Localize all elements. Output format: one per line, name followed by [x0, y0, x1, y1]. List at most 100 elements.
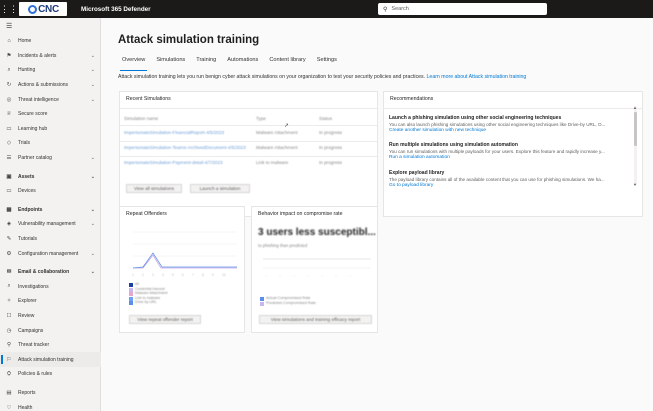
sidebar-item-trials[interactable]: ◇ Trials [0, 136, 101, 151]
chevron-down-icon[interactable]: ⌄ [91, 67, 95, 73]
sidebar-item-label: Actions & submissions [18, 82, 69, 89]
sidebar-item-assets[interactable]: ▣ Assets ⌄ [0, 169, 101, 184]
sidebar-item-threat-tracker[interactable]: ⚲ Threat tracker [0, 338, 101, 353]
x-axis-ticks: 1 2 3 4 5 6 7 8 9 10 [132, 273, 226, 277]
devices-icon: ▭ [6, 188, 12, 195]
search-box[interactable]: ⚲ Search [378, 3, 547, 15]
sidebar-item-tutorials[interactable]: ✎ Tutorials [0, 232, 101, 247]
attack-sim-icon: ⚐ [6, 356, 12, 363]
view-repeat-offender-report-button[interactable]: View repeat offender report [129, 315, 201, 324]
sidebar-item-reports[interactable]: ▤ Reports [0, 386, 101, 401]
sidebar-item-explorer[interactable]: ✧ Explorer [0, 294, 101, 309]
view-efficacy-report-button[interactable]: View simulations and training efficacy r… [259, 315, 372, 324]
column-header-name[interactable]: Simulation name [124, 116, 158, 121]
simulation-link[interactable]: ImpersonateSimulation-Payment-detail-4/7… [124, 160, 223, 165]
sidebar-item-threat-intelligence[interactable]: ◎ Threat intelligence ⌄ [0, 92, 101, 107]
sidebar-item-partner-catalog[interactable]: ☰ Partner catalog ⌄ [0, 151, 101, 166]
recommendations-scrollbar[interactable]: ▲ ▼ [633, 105, 637, 187]
chevron-down-icon[interactable]: ⌄ [91, 207, 95, 213]
recommendation-item: Explore payload library The payload libr… [389, 170, 629, 188]
legend-label[interactable]: Predicted Compromised Rate [266, 301, 316, 305]
chevron-down-icon[interactable]: ⌄ [91, 97, 95, 103]
legend-label[interactable]: Drive-by URL [135, 300, 157, 304]
sidebar-item-devices[interactable]: ▭ Devices [0, 184, 101, 199]
app-launcher-icon[interactable]: ⋮⋮ [0, 0, 18, 18]
sidebar-item-attack-simulation-training[interactable]: ⚐ Attack simulation training [0, 352, 101, 368]
nav-list: ⌂ Home ⚑ Incidents & alerts ⌄ ⌕ Hunting ⌄ ↻ Actio… [0, 34, 101, 411]
hamburger-icon[interactable]: ☰ [6, 22, 12, 30]
simulation-link[interactable]: ImpersonateSimulation-Teams-ArchivedDocu… [124, 145, 246, 150]
legend-swatch [260, 302, 264, 306]
chevron-down-icon[interactable]: ⌄ [91, 221, 95, 227]
tab-overview[interactable]: Overview [119, 57, 148, 71]
learn-more-link[interactable]: Learn more about Attack simulation train… [427, 74, 527, 80]
sidebar-item-label: Explorer [18, 298, 37, 305]
simulation-link[interactable]: ImpersonateSimulation-FinancialReport-4/… [124, 130, 224, 135]
tab-automations[interactable]: Automations [227, 57, 258, 68]
chevron-down-icon[interactable]: ⌄ [91, 53, 95, 59]
chevron-down-icon[interactable]: ⌄ [91, 269, 95, 275]
legend-label[interactable]: All [135, 282, 139, 286]
sidebar-item-campaigns[interactable]: ◷ Campaigns [0, 323, 101, 338]
sidebar-item-configuration-management[interactable]: ⚙ Configuration management ⌄ [0, 246, 101, 261]
tab-settings[interactable]: Settings [317, 57, 337, 68]
tab-content-library[interactable]: Content library [269, 57, 305, 68]
scroll-down-icon[interactable]: ▼ [633, 182, 637, 187]
svg-text:...: ... [265, 273, 268, 277]
legend-label[interactable]: Actual Compromised Rate [266, 296, 310, 300]
app-title: Microsoft 365 Defender [81, 5, 151, 13]
tab-simulations[interactable]: Simulations [156, 57, 185, 68]
policies-icon: ⛭ [6, 370, 12, 377]
legend-label[interactable]: Link to malware [135, 296, 160, 300]
recommendation-link[interactable]: Run a simulation automation [389, 155, 629, 160]
sidebar-item-hunting[interactable]: ⌕ Hunting ⌄ [0, 63, 101, 78]
recommendation-link[interactable]: Create another simulation with new techn… [389, 128, 629, 133]
sidebar-item-review[interactable]: ☐ Review [0, 309, 101, 324]
health-icon: ♡ [6, 404, 12, 411]
sidebar-item-health[interactable]: ♡ Health [0, 400, 101, 411]
chevron-down-icon[interactable]: ⌄ [91, 174, 95, 180]
column-header-status[interactable]: Status [319, 116, 332, 121]
svg-text:8: 8 [202, 273, 204, 277]
recent-simulations-card: Recent Simulations [119, 91, 378, 217]
sidebar-item-actions-submissions[interactable]: ↻ Actions & submissions ⌄ [0, 78, 101, 93]
sidebar-item-policies-rules[interactable]: ⛭ Policies & rules [0, 367, 101, 382]
column-header-type[interactable]: Type [256, 116, 266, 121]
legend-label[interactable]: Credential Harvest [135, 287, 165, 291]
chevron-down-icon[interactable]: ⌄ [91, 82, 95, 88]
description-text: Attack simulation training lets you run … [118, 74, 426, 80]
sidebar-item-email-collaboration[interactable]: ✉ Email & collaboration ⌄ [0, 265, 101, 280]
scroll-thumb[interactable] [634, 112, 637, 146]
page-title: Attack simulation training [118, 34, 260, 46]
tab-training[interactable]: Training [196, 57, 216, 68]
search-input[interactable]: Search [391, 6, 408, 12]
sidebar-item-home[interactable]: ⌂ Home [0, 34, 101, 49]
launch-simulation-button[interactable]: Launch a simulation [190, 184, 250, 193]
sidebar-item-vulnerability-management[interactable]: ◈ Vulnerability management ⌄ [0, 217, 101, 232]
scroll-up-icon[interactable]: ▲ [633, 105, 637, 110]
sidebar-item-label: Review [18, 312, 35, 319]
chevron-down-icon[interactable]: ⌄ [91, 155, 95, 161]
sidebar-item-investigations[interactable]: ⌕ Investigations [0, 280, 101, 295]
sidebar-item-label: Attack simulation training [18, 356, 74, 363]
cursor-icon: ➚ [284, 123, 290, 129]
simulation-status: In progress [319, 145, 342, 150]
trials-icon: ◇ [6, 140, 12, 147]
chevron-down-icon[interactable]: ⌄ [91, 251, 95, 257]
legend-label[interactable]: Malware Attachment [135, 291, 168, 295]
simulation-status: In progress [319, 130, 342, 135]
sidebar-item-label: Policies & rules [18, 371, 53, 378]
sidebar-item-learning-hub[interactable]: ▭ Learning hub [0, 122, 101, 137]
sidebar-item-label: Trials [18, 140, 31, 147]
view-all-simulations-button[interactable]: View all simulations [126, 184, 182, 193]
sidebar-item-endpoints[interactable]: ▦ Endpoints ⌄ [0, 203, 101, 218]
svg-text:4: 4 [162, 273, 164, 277]
legend-swatch [129, 283, 133, 287]
sidebar-item-secure-score[interactable]: ♕ Secure score [0, 107, 101, 122]
sidebar-item-incidents-alerts[interactable]: ⚑ Incidents & alerts ⌄ [0, 49, 101, 64]
left-nav: ☰ ⌂ Home ⚑ Incidents & alerts ⌄ ⌕ Hunting ⌄ ↻ Act… [0, 18, 101, 411]
recommendation-link[interactable]: Go to payload library [389, 183, 629, 188]
behavior-impact-card: Behavior impact on compromise rate 3 use… [251, 206, 378, 333]
row-divider [120, 156, 377, 157]
sidebar-item-label: Tutorials [18, 236, 37, 243]
